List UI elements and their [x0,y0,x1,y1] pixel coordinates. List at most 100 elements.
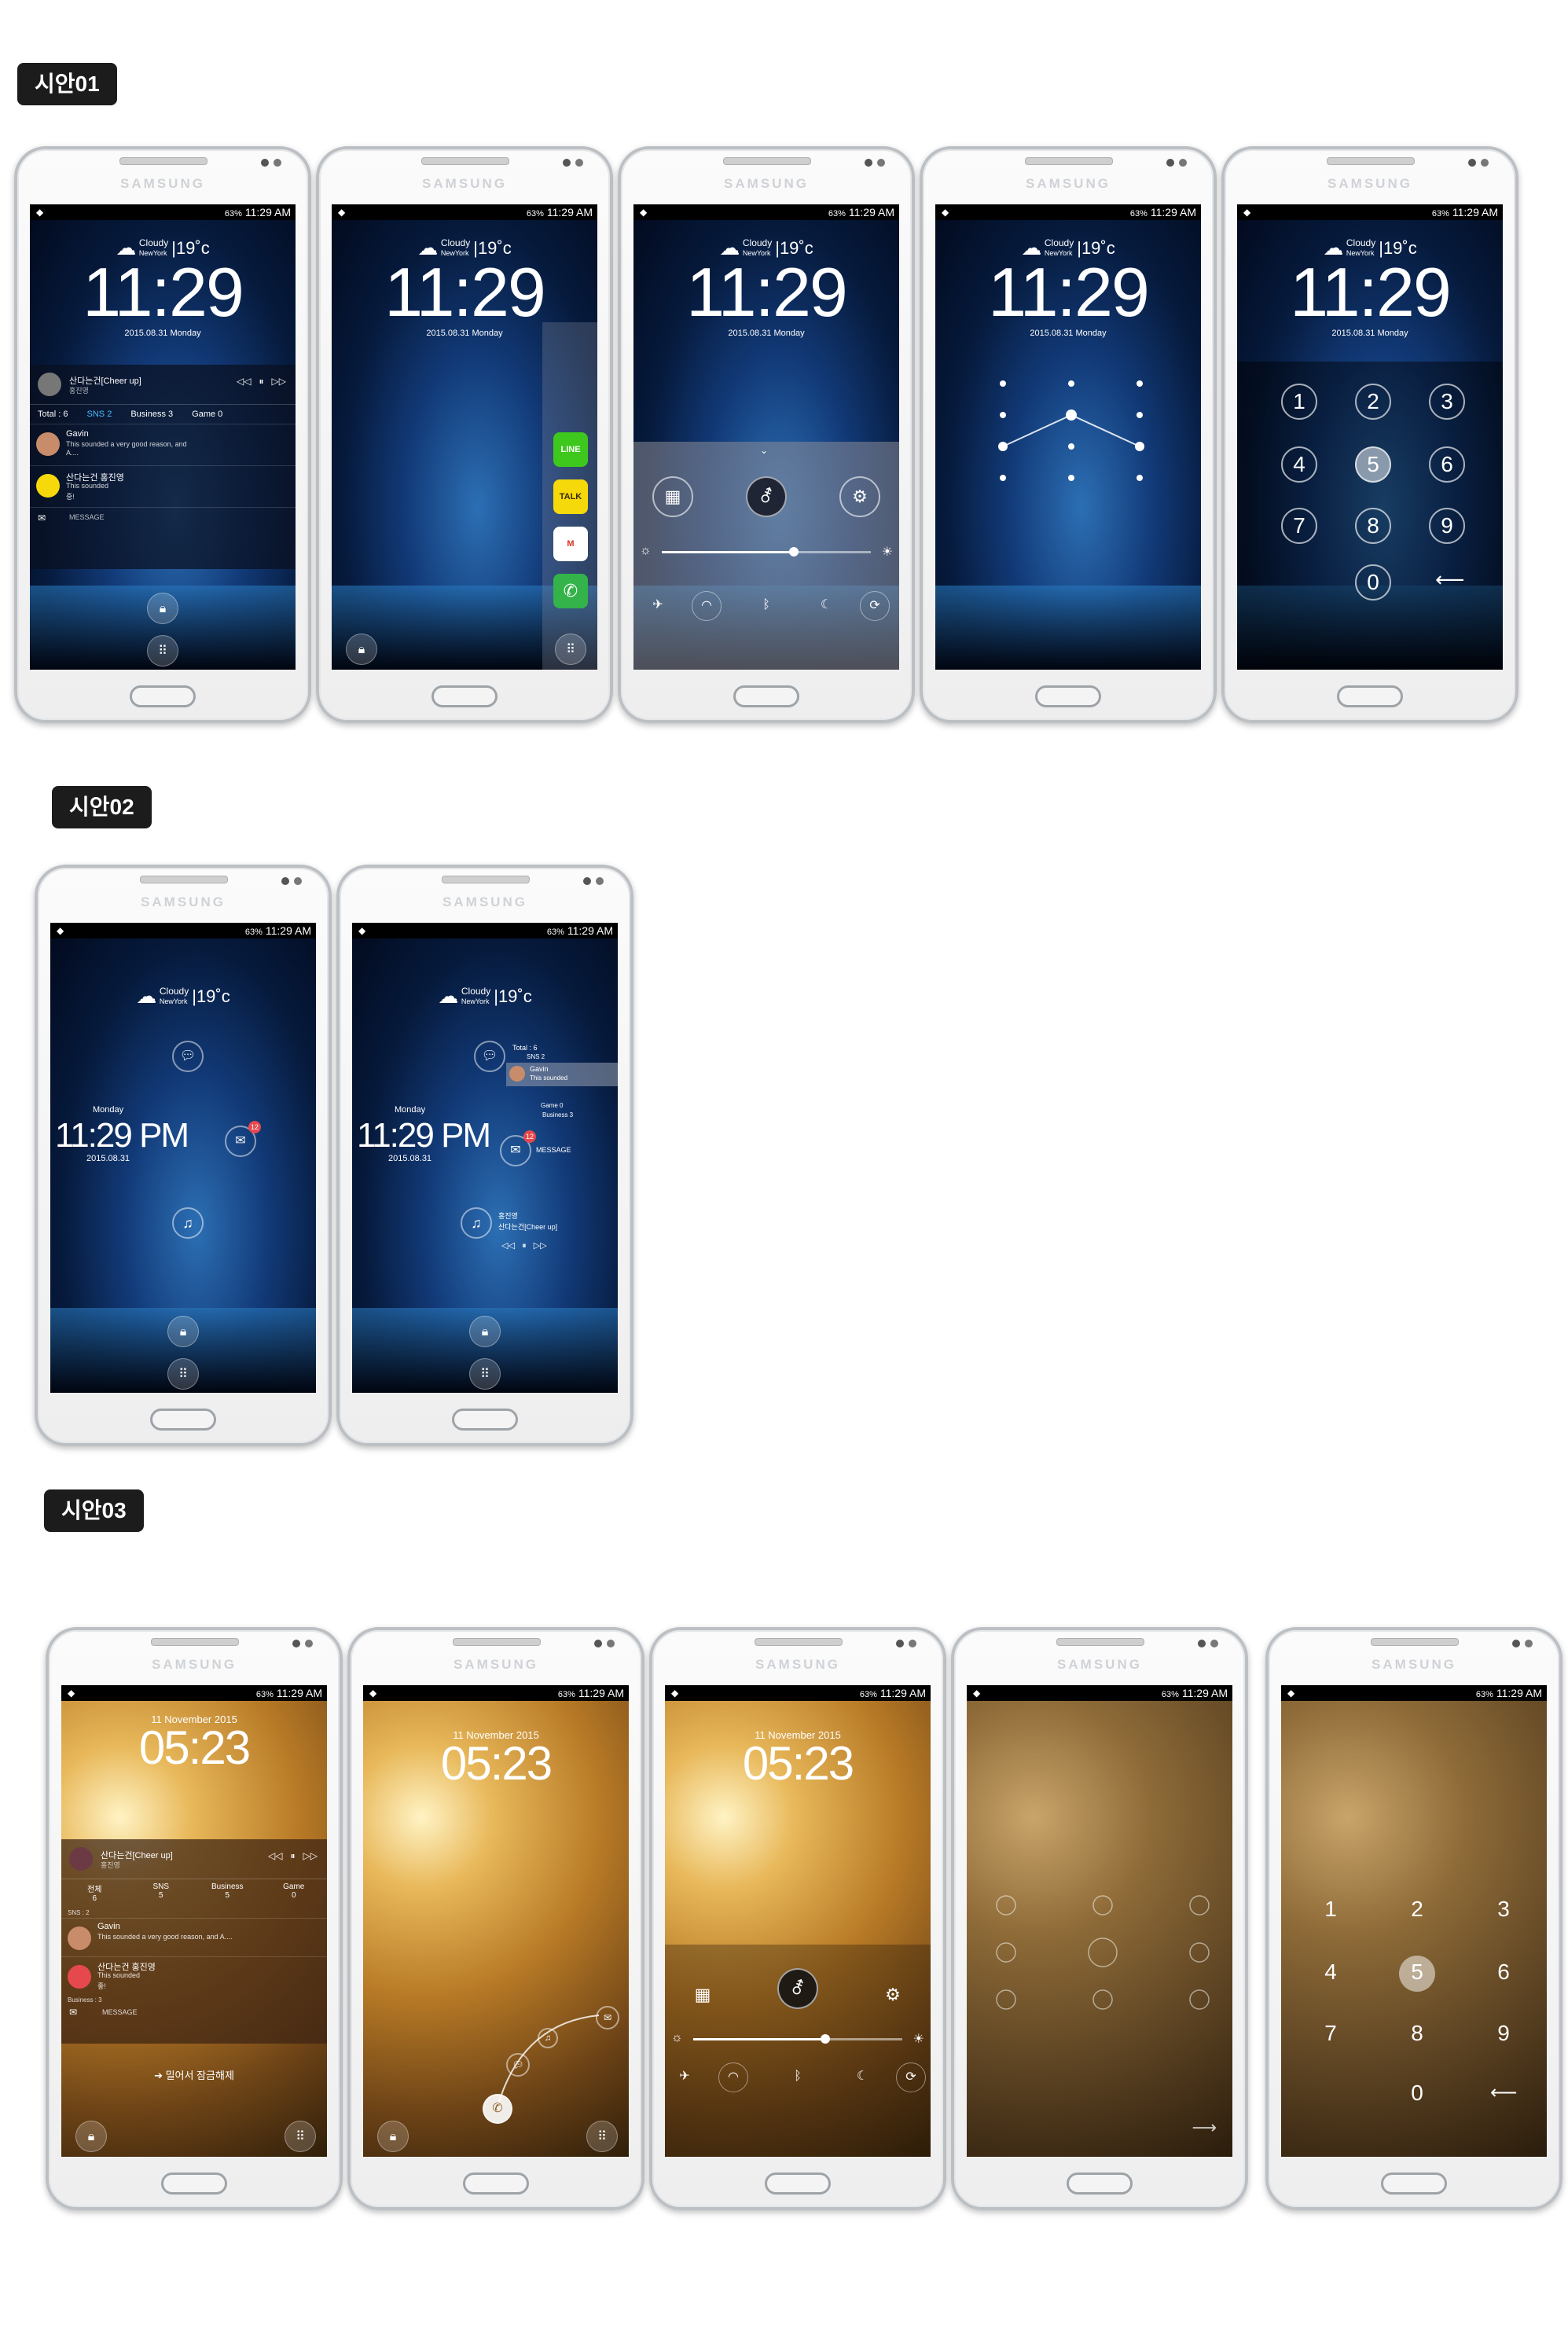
key-1[interactable]: 1 [1313,1893,1349,1929]
kakaotalk-app-icon[interactable]: TALK [553,479,588,514]
notification-item[interactable]: 산다는건 홍진영 This sounded 중! [30,465,296,507]
chat-icon[interactable]: 💬︎ [506,2053,530,2077]
slider-thumb[interactable] [788,547,799,556]
calculator-icon[interactable]: ▦ [682,1976,723,2017]
airplane-icon[interactable]: ✈ [643,591,673,621]
music-note-icon[interactable]: ♫ [538,2028,558,2048]
key-7[interactable]: 7 [1313,2017,1349,2053]
apps-grid-icon[interactable]: ⠿ [167,1358,199,1390]
key-0[interactable]: 0 [1355,564,1391,601]
music-controls[interactable]: ◁◁ ⏸ ▷▷ [237,376,286,388]
phone-app-icon[interactable]: ✆ [553,574,588,608]
notification-preview[interactable]: Gavin This sounded [506,1063,618,1086]
notification-item[interactable]: Gavin This sounded a very good reason, a… [61,1918,327,1956]
key-6[interactable]: 6 [1429,446,1465,483]
key-5[interactable]: 5 [1399,1956,1435,1992]
chat-icon[interactable]: 💬︎ [474,1041,505,1072]
key-8[interactable]: 8 [1399,2017,1435,2053]
chevron-down-icon[interactable]: ⌄ [760,445,768,456]
tab-game[interactable]: Game 0 [192,405,222,424]
tab-total[interactable]: Total : 6 [38,405,68,424]
key-4[interactable]: 4 [1281,446,1317,483]
gmail-app-icon[interactable]: M [553,527,588,561]
brightness-slider[interactable] [662,547,871,556]
next-icon[interactable]: ▷▷ [534,1241,547,1251]
music-controls[interactable]: ◁◁ ⏸ ▷▷ [501,1240,547,1251]
key-3[interactable]: 3 [1485,1893,1522,1929]
key-9[interactable]: 9 [1485,2017,1522,2053]
moon-icon[interactable]: ☾ [847,2062,877,2092]
key-5[interactable]: 5 [1355,446,1391,483]
backspace-arrow-icon[interactable]: ⟵ [1490,2081,1517,2104]
weather-condition: Cloudy [159,985,189,997]
notification-item[interactable]: Gavin This sounded a very good reason, a… [30,424,296,465]
brightness-slider[interactable] [693,2034,902,2044]
tab-all[interactable]: 전체 6 [61,1879,128,1908]
next-icon[interactable]: ▷▷ [272,376,286,387]
prev-icon[interactable]: ◁◁ [237,376,251,387]
next-icon[interactable]: ▷▷ [303,1850,318,1861]
message-row[interactable]: ✉ MESSAGE [61,2005,327,2021]
lock-icon[interactable]: 🔒︎ [75,2121,107,2152]
airplane-icon[interactable]: ✈ [670,2062,700,2092]
wifi-icon[interactable]: ◠ [718,2062,748,2092]
settings-gear-icon[interactable]: ⚙ [839,476,880,517]
tab-business[interactable]: Business 5 [194,1879,261,1908]
music-note-icon[interactable]: ♫ [172,1207,204,1239]
apps-grid-icon[interactable]: ⠿ [147,635,178,667]
chat-icon[interactable]: 💬︎ [172,1041,204,1072]
bluetooth-icon[interactable]: ᛒ [751,591,781,621]
key-9[interactable]: 9 [1429,508,1465,544]
slider-thumb[interactable] [820,2034,830,2044]
apps-grid-icon[interactable]: ⠿ [469,1358,501,1390]
music-player[interactable]: 산다는건[Cheer up] 홍진영 ◁◁ ⏸ ▷▷ [30,365,296,404]
flashlight-icon[interactable]: ⚦ [777,1968,818,2009]
mail-icon[interactable]: ✉ [596,2006,619,2029]
lock-icon[interactable]: 🔒︎ [377,2121,409,2152]
tab-sns[interactable]: SNS 2 [87,405,112,424]
line-app-icon[interactable]: LINE [553,432,588,467]
prev-icon[interactable]: ◁◁ [268,1850,282,1861]
flashlight-icon[interactable]: ⚦ [746,476,787,517]
lock-icon[interactable]: 🔒︎ [147,593,178,624]
music-player[interactable]: 산다는건[Cheer up] 홍진영 ◁◁ ⏸ ▷▷ [61,1839,327,1879]
lock-icon[interactable]: 🔒︎ [346,634,377,665]
tab-business[interactable]: Business 3 [130,405,173,424]
message-row[interactable]: ✉ MESSAGE [30,507,296,530]
pause-icon[interactable]: ⏸ [291,1850,296,1861]
music-controls[interactable]: ◁◁ ⏸ ▷▷ [268,1850,318,1862]
key-7[interactable]: 7 [1281,508,1317,544]
backspace-arrow-icon[interactable]: ⟵ [1435,567,1464,592]
moon-icon[interactable]: ☾ [811,591,841,621]
key-1[interactable]: 1 [1281,384,1317,420]
wifi-icon[interactable]: ◠ [692,591,722,621]
apps-grid-icon[interactable]: ⠿ [586,2121,618,2152]
prev-icon[interactable]: ◁◁ [501,1241,515,1251]
tab-sns[interactable]: SNS 5 [128,1879,195,1908]
rotation-lock-icon[interactable]: ⟳ [896,2062,926,2092]
key-4[interactable]: 4 [1313,1956,1349,1992]
key-2[interactable]: 2 [1399,1893,1435,1929]
unlock-pattern[interactable] [935,204,1201,670]
pause-icon[interactable]: ⏸ [259,376,264,387]
calculator-icon[interactable]: ▦ [652,476,693,517]
lock-icon[interactable]: 🔒︎ [469,1316,501,1347]
bluetooth-icon[interactable]: ᛒ [783,2062,813,2092]
rotation-lock-icon[interactable]: ⟳ [860,591,890,621]
settings-gear-icon[interactable]: ⚙ [872,1976,913,2017]
key-0[interactable]: 0 [1399,2077,1435,2113]
music-note-icon[interactable]: ♫ [461,1207,492,1239]
phone-call-icon[interactable]: ✆ [483,2094,512,2124]
pause-icon[interactable]: ⏸ [522,1241,527,1251]
unlock-pattern[interactable] [967,1685,1232,2157]
key-8[interactable]: 8 [1355,508,1391,544]
notification-item[interactable]: 산다는건 홍진영 This sounded 좋! [61,1956,327,1995]
key-2[interactable]: 2 [1355,384,1391,420]
key-3[interactable]: 3 [1429,384,1465,420]
apps-grid-icon[interactable]: ⠿ [285,2121,316,2152]
tab-game[interactable]: Game 0 [261,1879,328,1908]
arrow-right-icon[interactable]: ⟶ [1192,2117,1217,2138]
lock-icon[interactable]: 🔒︎ [167,1316,199,1347]
key-6[interactable]: 6 [1485,1956,1522,1992]
apps-grid-icon[interactable]: ⠿ [555,634,586,665]
